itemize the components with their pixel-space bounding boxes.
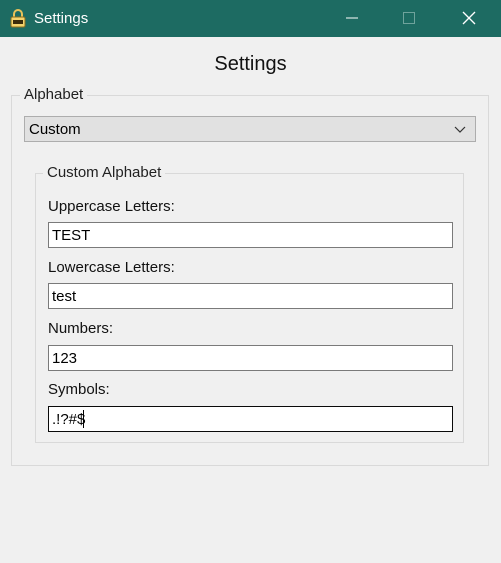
uppercase-label: Uppercase Letters:: [48, 198, 175, 215]
alphabet-group-label: Alphabet: [20, 86, 88, 103]
custom-alphabet-group-label: Custom Alphabet: [43, 164, 166, 181]
numbers-input[interactable]: [48, 345, 453, 371]
close-icon: [462, 11, 476, 25]
maximize-icon: [403, 12, 415, 24]
minimize-icon: [346, 17, 358, 19]
lowercase-input[interactable]: [48, 283, 453, 309]
maximize-button[interactable]: [387, 0, 433, 37]
numbers-label: Numbers:: [48, 320, 114, 337]
symbols-input[interactable]: [48, 406, 453, 432]
uppercase-input[interactable]: [48, 222, 453, 248]
lowercase-label: Lowercase Letters:: [48, 259, 175, 276]
page-title: Settings: [214, 53, 287, 75]
text-caret: [83, 410, 84, 428]
title-bar: Settings: [0, 0, 501, 37]
close-button[interactable]: [447, 0, 493, 37]
chevron-down-icon: [454, 126, 466, 133]
minimize-button[interactable]: [330, 0, 376, 37]
window-title: Settings: [34, 10, 89, 27]
app-lock-icon: [10, 9, 26, 28]
alphabet-dropdown[interactable]: Custom: [24, 116, 476, 142]
symbols-label: Symbols:: [48, 381, 110, 398]
alphabet-dropdown-value: Custom: [29, 121, 81, 138]
